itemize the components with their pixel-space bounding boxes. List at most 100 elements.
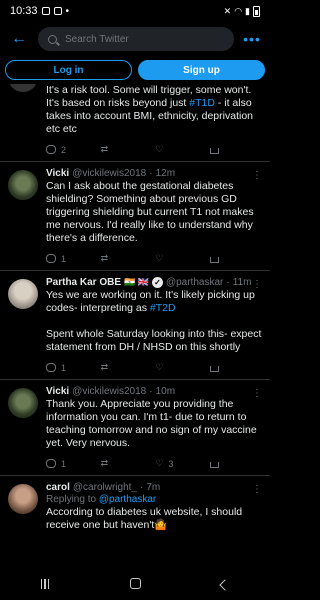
hashtag-link[interactable]: #T1D [189,97,215,109]
retweet-button[interactable]: ⇄ [101,144,131,155]
tweet-text: Thank you. Appreciate you providing the … [46,398,257,449]
tweet-text: Yes we are working on it. It's likely pi… [46,289,262,353]
avatar[interactable] [8,84,38,92]
reply-icon [46,145,56,154]
reply-to-link[interactable]: @parthaskar [99,494,156,505]
user-handle[interactable]: @parthaskar [166,277,223,288]
notification-icon [53,7,62,15]
more-icon[interactable]: ⋮ [252,279,262,290]
share-button[interactable] [209,145,240,154]
tweet[interactable]: ⋮ Vicki @vickilewis2018 · 10m Thank you.… [0,380,270,476]
heart-icon: ♡ [155,458,164,468]
tweet[interactable]: ⋮ Vicki @vickilewis2018 · 12m Can I ask … [0,162,270,271]
display-name[interactable]: carol [46,482,70,493]
like-button[interactable]: ♡ 3 [155,458,185,469]
timestamp[interactable]: 12m [156,168,175,179]
separator: · [226,277,230,288]
back-icon [219,578,231,591]
separator: · [149,168,153,179]
like-button[interactable]: ♡ [155,144,185,155]
display-name[interactable]: Vicki [46,168,69,179]
tweet-actions: 1 ⇄ ♡ [46,253,262,264]
tweet-text: It's a risk tool. Some will trigger, som… [46,84,253,135]
reply-button[interactable]: 1 [46,459,76,469]
reply-count: 2 [61,144,67,155]
like-button[interactable]: ♡ [155,362,185,373]
share-button[interactable] [209,254,240,263]
battery-icon [253,5,260,17]
timestamp[interactable]: 10m [156,386,175,397]
user-handle[interactable]: @vickilewis2018 [72,168,146,179]
tweet-feed[interactable]: It's a risk tool. Some will trigger, som… [0,84,270,567]
retweet-button[interactable]: ⇄ [101,458,131,469]
like-count: 3 [168,458,174,469]
reply-count: 1 [61,458,67,469]
more-icon[interactable]: ⋮ [252,170,262,181]
back-button[interactable] [205,576,245,592]
more-options-icon[interactable]: ••• [242,31,262,47]
recent-apps-icon [40,578,50,589]
retweet-button[interactable]: ⇄ [101,362,131,373]
reply-button[interactable]: 1 [46,363,76,373]
more-icon[interactable]: ⋮ [252,484,262,495]
avatar[interactable] [8,388,38,418]
share-button[interactable] [209,459,240,468]
more-icon[interactable]: ⋮ [252,388,262,399]
home-icon [129,577,141,589]
heart-icon: ♡ [155,144,164,154]
flag-icons: 🇮🇳 🇬🇧 [124,277,149,287]
reply-button[interactable]: 1 [46,254,76,264]
back-arrow-icon[interactable]: ← [8,30,30,48]
tweet[interactable]: ⋮ Partha Kar OBE 🇮🇳 🇬🇧 ✓ @parthaskar · 1… [0,271,270,380]
retweet-icon: ⇄ [100,253,109,263]
heart-icon: ♡ [155,362,164,372]
share-button[interactable] [209,363,240,372]
share-icon [209,148,219,154]
retweet-button[interactable]: ⇄ [101,253,131,264]
avatar[interactable] [8,484,38,514]
display-name[interactable]: Partha Kar OBE [46,277,121,288]
tweet-text: According to diabetes uk website, I shou… [46,506,243,531]
hashtag-link[interactable]: #T2D [150,302,176,314]
tweet-header: Vicki @vickilewis2018 · 12m [46,168,262,179]
timestamp[interactable]: 7m [146,482,160,493]
notification-icon [41,7,50,15]
status-time: 10:33 [10,5,38,17]
avatar[interactable] [8,170,38,200]
tweet[interactable]: ⋮ carol @carolwright_ · 7m Replying to @… [0,476,270,538]
separator: · [149,386,153,397]
tweet-header: Vicki @vickilewis2018 · 10m [46,386,262,397]
verified-badge-icon: ✓ [151,277,163,288]
heart-icon: ♡ [155,253,164,263]
signal-icon: ▮ [245,5,250,16]
share-icon [209,257,219,263]
auth-bar: Log in Sign up [0,60,270,82]
user-handle[interactable]: @vickilewis2018 [72,386,146,397]
tweet-actions: 2 ⇄ ♡ [46,144,262,155]
recent-apps-button[interactable] [25,576,65,592]
system-nav-bar [0,567,270,600]
signup-button[interactable]: Sign up [138,60,265,80]
like-button[interactable]: ♡ [155,253,185,264]
retweet-icon: ⇄ [100,362,109,372]
reply-icon [46,363,56,372]
separator: · [139,482,144,493]
reply-button[interactable]: 2 [46,145,76,155]
retweet-icon: ⇄ [100,458,109,468]
login-button[interactable]: Log in [5,60,132,80]
reply-count: 1 [61,253,67,264]
tweet[interactable]: It's a risk tool. Some will trigger, som… [0,84,270,162]
tweet-actions: 1 ⇄ ♡ 3 [46,458,262,469]
search-box[interactable] [38,27,234,51]
tweet-actions: 1 ⇄ ♡ [46,362,262,373]
display-name[interactable]: Vicki [46,386,69,397]
timestamp[interactable]: 11m [233,277,252,288]
user-handle[interactable]: @carolwright_ [73,482,137,493]
avatar[interactable] [8,279,38,309]
reply-count: 1 [61,362,67,373]
top-bar: ← ••• [0,26,270,52]
search-input[interactable] [65,33,224,45]
reply-icon [46,459,56,468]
home-button[interactable] [115,576,155,592]
tweet-header: carol @carolwright_ · 7m [46,482,262,493]
